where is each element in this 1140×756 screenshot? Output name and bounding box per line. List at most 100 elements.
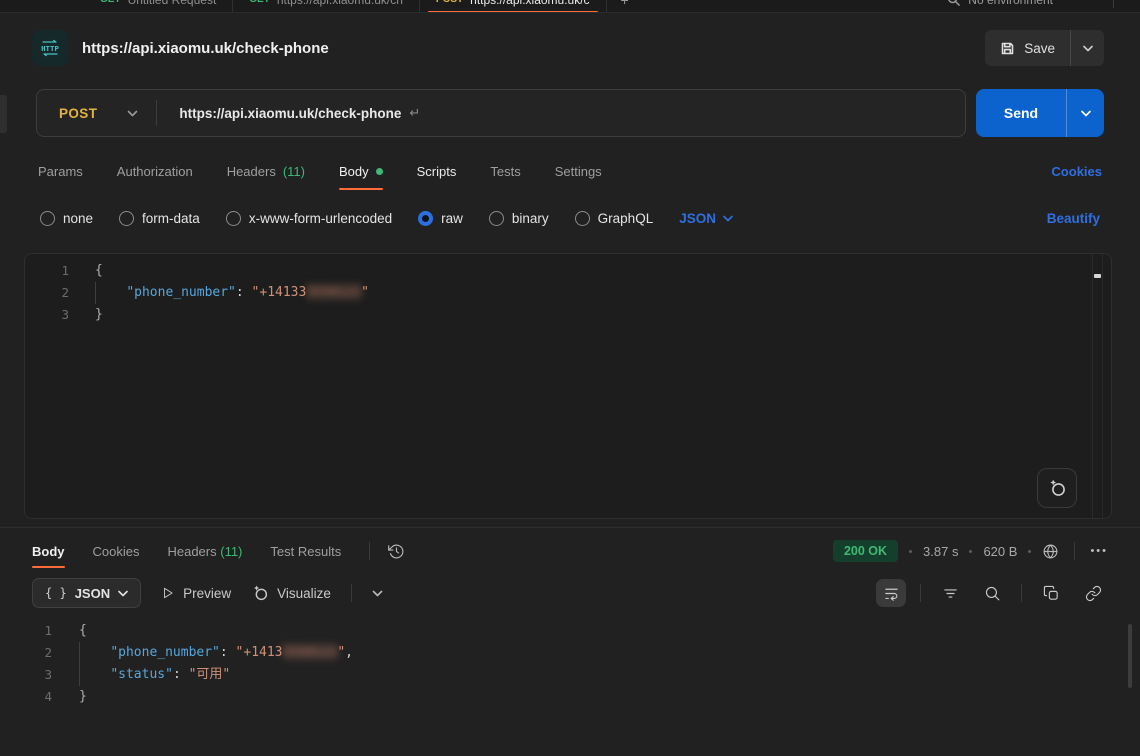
request-tab-1[interactable]: GET Untitled Request: [84, 0, 233, 13]
divider: [1021, 584, 1022, 602]
response-size: 620 B: [983, 544, 1017, 559]
more-options-icon[interactable]: •••: [1090, 545, 1108, 557]
code-content: {: [95, 260, 103, 282]
radio-binary[interactable]: binary: [489, 211, 549, 226]
body-type-row: none form-data x-www-form-urlencoded raw…: [0, 197, 1140, 239]
request-header: HTTP https://api.xiaomu.uk/check-phone S…: [0, 17, 1140, 79]
tab-body[interactable]: Body: [339, 164, 383, 179]
play-icon: [161, 586, 175, 600]
response-tab-headers[interactable]: Headers (11): [167, 544, 242, 559]
divider: [920, 584, 921, 602]
save-button-label: Save: [1024, 41, 1055, 56]
request-tab-2[interactable]: GET https://api.xiaomu.uk/ch: [233, 0, 420, 13]
response-section: Body Cookies Headers (11) Test Results 2…: [0, 527, 1140, 708]
radio-button: [119, 211, 134, 226]
code-token: "phone_number": [110, 645, 220, 660]
view-options-button[interactable]: [372, 590, 383, 597]
radio-graphql[interactable]: GraphQL: [575, 211, 654, 226]
method-badge: GET: [249, 0, 270, 5]
code-token: "status": [110, 667, 173, 682]
response-body-editor: 1{2 "phone_number": "+14135550123",3 "st…: [0, 620, 1140, 708]
chevron-down-icon: [127, 110, 138, 117]
send-button[interactable]: Send: [976, 89, 1066, 137]
tab-settings[interactable]: Settings: [555, 164, 602, 179]
divider: [369, 542, 370, 560]
url-input[interactable]: https://api.xiaomu.uk/check-phone: [179, 106, 401, 121]
radio-none[interactable]: none: [40, 211, 93, 226]
environment-selector[interactable]: No environment: [947, 0, 1053, 7]
method-selector[interactable]: POST: [37, 106, 156, 121]
window-tab-strip: GET Untitled Request GET https://api.xia…: [0, 0, 1140, 13]
sidebar-handle[interactable]: [0, 95, 7, 133]
new-tab-button[interactable]: +: [607, 0, 643, 8]
line-number: 1: [0, 620, 52, 642]
visualize-button[interactable]: Visualize: [251, 584, 331, 602]
divider: [156, 100, 157, 126]
history-icon[interactable]: [388, 543, 405, 560]
radio-button: [575, 211, 590, 226]
preview-button[interactable]: Preview: [161, 586, 231, 601]
code-line[interactable]: 2 "phone_number": "+141335550123": [25, 282, 1111, 304]
scrollbar-thumb[interactable]: [1094, 274, 1101, 278]
code-token: }: [79, 689, 87, 704]
postbot-button[interactable]: [1037, 468, 1077, 508]
radio-form-data[interactable]: form-data: [119, 211, 200, 226]
line-number: 3: [0, 664, 52, 686]
response-tab-body[interactable]: Body: [32, 544, 65, 559]
response-tab-cookies[interactable]: Cookies: [93, 544, 140, 559]
globe-icon[interactable]: [1042, 543, 1059, 560]
code-token: [95, 285, 126, 300]
code-token: ": [337, 645, 345, 660]
chevron-down-icon: [372, 590, 383, 597]
request-body-editor[interactable]: 1{2 "phone_number": "+141335550123"3}: [24, 253, 1112, 519]
tab-headers[interactable]: Headers(11): [227, 164, 305, 179]
body-format-selector[interactable]: JSON: [679, 211, 733, 226]
editor-scrollbar[interactable]: [1092, 254, 1103, 518]
dot-separator: [1028, 550, 1031, 553]
save-button[interactable]: Save: [985, 30, 1070, 66]
method-badge: GET: [100, 0, 121, 5]
status-badge: 200 OK: [833, 540, 898, 562]
code-token: ": [361, 285, 369, 300]
request-tab-3-active[interactable]: POST https://api.xiaomu.uk/c: [420, 0, 607, 13]
code-token: ,: [345, 645, 353, 660]
line-number: 1: [25, 260, 69, 282]
scrollbar-thumb[interactable]: [1128, 624, 1132, 688]
code-content: {: [79, 620, 87, 642]
search-icon[interactable]: [977, 579, 1007, 607]
code-line[interactable]: 3}: [25, 304, 1111, 326]
save-icon: [1000, 41, 1015, 56]
response-tab-test-results[interactable]: Test Results: [270, 544, 341, 559]
dot-separator: [969, 550, 972, 553]
send-options-button[interactable]: [1066, 89, 1104, 137]
wrap-text-icon[interactable]: [876, 579, 906, 607]
tab-scripts[interactable]: Scripts: [417, 164, 457, 179]
chevron-down-icon: [1083, 45, 1093, 52]
cookies-link[interactable]: Cookies: [1051, 164, 1102, 179]
redacted-text: 5550123: [283, 645, 338, 660]
request-tab-label: https://api.xiaomu.uk/ch: [277, 0, 403, 7]
tab-params[interactable]: Params: [38, 164, 83, 179]
send-button-group: Send: [976, 89, 1104, 137]
filter-icon[interactable]: [935, 579, 965, 607]
radio-x-www-form-urlencoded[interactable]: x-www-form-urlencoded: [226, 211, 392, 226]
code-content: "phone_number": "+141335550123": [95, 282, 369, 304]
code-line[interactable]: 1{: [25, 260, 1111, 282]
link-icon[interactable]: [1078, 579, 1108, 607]
code-token: [79, 667, 110, 682]
response-format-selector[interactable]: { } JSON: [32, 578, 141, 608]
tab-tests[interactable]: Tests: [490, 164, 520, 179]
page-title: https://api.xiaomu.uk/check-phone: [82, 40, 329, 57]
divider: [1113, 0, 1114, 8]
beautify-link[interactable]: Beautify: [1047, 211, 1100, 226]
code-token: :: [236, 285, 252, 300]
radio-button: [226, 211, 241, 226]
radio-raw-selected[interactable]: raw: [418, 211, 463, 226]
braces-icon: { }: [45, 586, 67, 600]
radio-button-selected: [418, 211, 433, 226]
body-modified-dot: [376, 168, 383, 175]
save-options-button[interactable]: [1070, 30, 1104, 66]
code-token: "+1413: [236, 645, 283, 660]
tab-authorization[interactable]: Authorization: [117, 164, 193, 179]
copy-icon[interactable]: [1036, 579, 1066, 607]
